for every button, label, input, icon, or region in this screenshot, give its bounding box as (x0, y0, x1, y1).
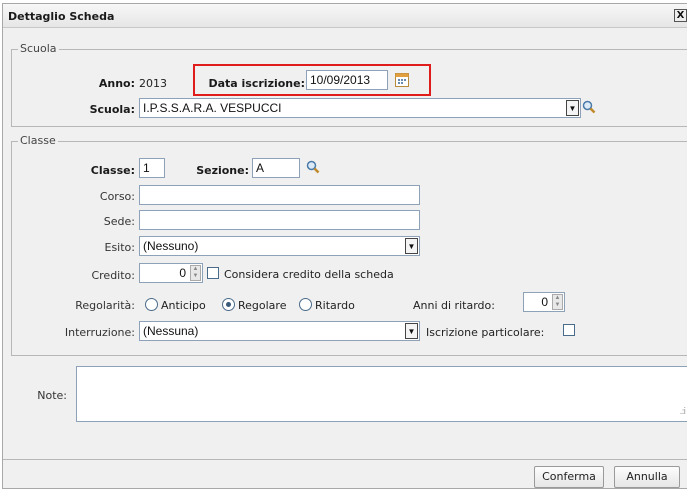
search-icon[interactable] (582, 100, 596, 114)
anni-ritardo-value: 0 (541, 295, 548, 309)
corso-label: Corso: (99, 190, 135, 203)
dettaglio-scheda-dialog: Dettaglio Scheda X Scuola Anno: 2013 Dat… (2, 3, 687, 489)
scuola-select[interactable]: I.P.S.S.A.R.A. VESPUCCI ▼ (139, 98, 581, 118)
scuola-legend: Scuola (18, 42, 59, 55)
anni-ritardo-spinner-icon[interactable]: ▲ ▼ (552, 294, 563, 310)
scuola-label: Scuola: (89, 103, 135, 116)
anno-label: Anno: (98, 77, 135, 90)
sede-label: Sede: (103, 215, 135, 228)
sezione-input[interactable]: A (252, 158, 300, 178)
note-textarea[interactable]: .:i (76, 366, 687, 422)
sezione-label: Sezione: (196, 164, 249, 177)
conferma-button[interactable]: Conferma (534, 466, 604, 488)
sezione-search-icon[interactable] (306, 160, 320, 174)
interruzione-chevron-down-icon[interactable]: ▼ (405, 323, 418, 339)
anni-ritardo-label: Anni di ritardo: (413, 299, 495, 312)
credito-spinner-icon[interactable]: ▲ ▼ (190, 265, 201, 281)
classe-input[interactable]: 1 (139, 158, 165, 178)
resize-grip-icon[interactable]: .:i (680, 407, 686, 417)
anni-ritardo-input[interactable]: 0 ▲ ▼ (523, 292, 565, 312)
esito-label: Esito: (104, 241, 136, 254)
esito-chevron-down-icon[interactable]: ▼ (405, 238, 418, 254)
interruzione-label: Interruzione: (64, 326, 135, 339)
radio-regolare-label: Regolare (238, 299, 287, 312)
considera-credito-checkbox[interactable] (207, 267, 219, 279)
radio-ritardo[interactable] (299, 298, 312, 311)
dialog-titlebar: Dettaglio Scheda X (3, 4, 687, 28)
credito-value: 0 (179, 266, 186, 280)
scuola-select-value: I.P.S.S.A.R.A. VESPUCCI (143, 101, 282, 115)
anno-value: 2013 (139, 77, 167, 90)
note-label: Note: (37, 389, 67, 402)
classe-legend: Classe (18, 134, 58, 147)
iscrizione-particolare-label: Iscrizione particolare: (426, 326, 545, 339)
data-iscrizione-highlight (193, 64, 431, 96)
classe-label: Classe: (90, 164, 135, 177)
credito-input[interactable]: 0 ▲ ▼ (139, 263, 203, 283)
annulla-button[interactable]: Annulla (614, 466, 680, 488)
dialog-title: Dettaglio Scheda (8, 10, 115, 23)
credito-label: Credito: (91, 269, 135, 282)
radio-regolare[interactable] (222, 298, 235, 311)
esito-select[interactable]: (Nessuno) ▼ (139, 236, 420, 256)
interruzione-select[interactable]: (Nessuna) ▼ (139, 321, 420, 341)
dialog-footer: Conferma Annulla (3, 459, 687, 491)
iscrizione-particolare-checkbox[interactable] (563, 324, 575, 336)
chevron-down-icon[interactable]: ▼ (566, 100, 579, 116)
radio-anticipo[interactable] (145, 298, 158, 311)
esito-select-value: (Nessuno) (143, 239, 199, 253)
regolarita-label: Regolarità: (75, 299, 135, 312)
corso-input[interactable] (139, 185, 420, 205)
interruzione-select-value: (Nessuna) (143, 324, 199, 338)
radio-anticipo-label: Anticipo (161, 299, 206, 312)
sede-input[interactable] (139, 210, 420, 230)
close-button[interactable]: X (674, 9, 687, 22)
considera-credito-label: Considera credito della scheda (224, 268, 394, 281)
radio-ritardo-label: Ritardo (315, 299, 355, 312)
